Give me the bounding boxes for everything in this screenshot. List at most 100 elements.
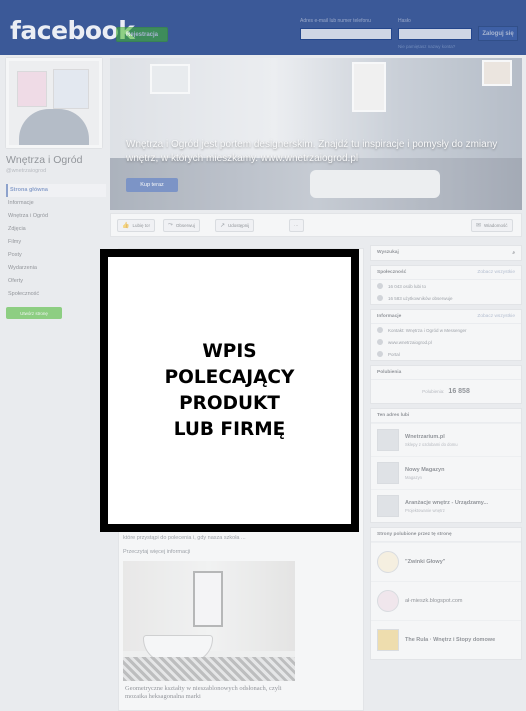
search-label-text: Wyszukaj [377,250,399,255]
liked-page-name: "Zwinki Głowy" [405,559,446,565]
info-contact: Kontakt: Wnętrza i Ogród w Messenger [388,327,467,333]
page-avatar [377,590,399,612]
top-bar: facebook Rejestracja Adres e-mail lub nu… [0,0,526,55]
wall-frame [53,69,89,109]
follow-button[interactable]: ⤳ Obserwuj [163,219,200,232]
thumbs-up-icon: 👍 [122,223,130,229]
liked-page-item[interactable]: Nowy Magazyn Magazyn [371,456,521,489]
right-column: Wyszukaj ⌕ Społeczność Zobacz wszystkie … [370,245,522,664]
likes-header: Polubienia [371,366,521,380]
page-avatar [377,551,399,573]
cover-cta-button[interactable]: Kup teraz [126,178,178,192]
liked-page-category: Sklepy z ozdobami do domu [405,441,458,447]
cover-description: Wnętrza i Ogród jest portem designerskim… [126,139,498,164]
liked-page-item[interactable]: "Zwinki Głowy" [371,542,521,581]
nav-item-posts[interactable]: Posty [6,249,106,262]
liked-page-item[interactable]: Wnetrzarium.pl Sklepy z ozdobami do domu [371,423,521,456]
left-sidebar: Wnętrza i Ogród @wnetrzaiogrod Strona gł… [6,58,106,319]
mosaic-floor [123,657,295,681]
post-see-more[interactable]: Przeczytaj więcej informacji [123,549,190,555]
community-card: Społeczność Zobacz wszystkie 16 043 osób… [370,265,522,305]
share-button[interactable]: ↗ Udostępnij [215,219,255,232]
likes-count-row: Polubienia: 16 858 [371,380,521,403]
tag-icon [377,351,383,357]
profile-picture[interactable] [6,58,102,148]
nav-item-videos[interactable]: Filmy [6,236,106,249]
overlay-line: PRODUKT [179,392,280,414]
search-label[interactable]: Wyszukaj ⌕ [371,246,521,260]
messenger-icon: ✉ [476,223,482,229]
nav-item-events[interactable]: Wydarzenia [6,262,106,275]
rss-icon: ⤳ [168,222,173,228]
like-button[interactable]: 👍 Lubię to! [117,219,155,232]
sofa-image [310,170,440,198]
follow-icon [377,295,383,301]
info-row[interactable]: www.wnetrzaiogrod.pl [371,336,521,348]
info-row[interactable]: Kontakt: Wnętrza i Ogród w Messenger [371,324,521,336]
nav-item-shop[interactable]: Wnętrza i Ogród [6,210,106,223]
liked-page-category: Projektowanie wnętrz [405,507,445,513]
promo-overlay-box: WPIS POLECAJĄCY PRODUKT LUB FIRMĘ [100,249,359,532]
wall-frame [17,71,47,107]
follow-label: Obserwuj [175,223,195,228]
page-action-bar: 👍 Lubię to! ⤳ Obserwuj ↗ Udostępnij ··· … [110,213,522,237]
like-label: Lubię to! [132,223,150,228]
pages-header: Strony polubione przez tę stronę [371,528,521,542]
liked-page-name: Wnetrzarium.pl [405,433,445,440]
liked-by-page-card: Ten adres lubi Wnetrzarium.pl Sklepy z oz… [370,408,522,523]
email-field[interactable] [300,28,392,40]
community-likes: 16 043 osób lubi to [388,283,427,289]
nav-item-photos[interactable]: Zdjęcia [6,223,106,236]
create-page-button[interactable]: Utwórz stronę [6,307,62,319]
liked-header: Ten adres lubi [371,409,521,423]
forgot-account-link[interactable]: Nie pamiętasz nazwy konta? [398,44,455,49]
community-see-all[interactable]: Zobacz wszystkie [477,270,515,275]
likes-card: Polubienia Polubienia: 16 858 [370,365,522,404]
more-button[interactable]: ··· [289,219,304,232]
likes-label: Polubienia: [422,389,445,394]
info-website: www.wnetrzaiogrod.pl [388,339,432,345]
nav-item-community[interactable]: Społeczność [6,288,106,301]
wall-picture [150,64,190,94]
liked-page-item[interactable]: ał·mieszk.blogspot.com [371,581,521,620]
nav-item-home[interactable]: Strona główna [6,184,106,197]
promo-overlay-text: WPIS POLECAJĄCY PRODUKT LUB FIRMĘ [120,339,340,443]
post-caption[interactable]: Geometryczne kształty w nieszablonowych … [125,685,295,701]
like-icon [377,283,383,289]
window-image [193,571,223,627]
community-followers: 16 583 użytkowników obserwuje [388,295,453,301]
share-label: Udostępnij [228,223,250,228]
overlay-line: LUB FIRMĘ [173,418,286,440]
info-see-all[interactable]: Zobacz wszystkie [477,314,515,319]
liked-page-item[interactable]: The Rula · Wnętrz i Stopy domowe [371,620,521,659]
overlay-line: WPIS [202,340,257,362]
nav-item-info[interactable]: Informacje [6,197,106,210]
messenger-icon [377,327,383,333]
password-field[interactable] [398,28,472,40]
login-button[interactable]: Zaloguj się [478,26,518,41]
liked-page-name: ał·mieszk.blogspot.com [405,598,463,604]
nav-item-offers[interactable]: Oferty [6,275,106,288]
likes-count: 16 858 [448,388,470,395]
community-followers-row: 16 583 użytkowników obserwuje [371,292,521,304]
email-label: Adres e-mail lub numer telefonu [300,18,371,24]
info-card: Informacje Zobacz wszystkie Kontakt: Wnę… [370,309,522,361]
message-button[interactable]: ✉ Wiadomość [471,219,513,232]
page-name[interactable]: Wnętrza i Ogród [6,154,106,166]
page-nav: Strona główna Informacje Wnętrza i Ogród… [6,184,106,301]
wall-picture [352,62,386,112]
register-button[interactable]: Rejestracja [116,27,168,42]
post-image[interactable] [123,561,295,681]
cover-photo[interactable]: Wnętrza i Ogród jest portem designerskim… [110,58,522,210]
more-label: ··· [294,223,299,228]
liked-page-item[interactable]: Aranżacje wnętrz - Urządzamy... Projektow… [371,489,521,522]
page-thumbnail [377,429,399,451]
pages-liked-card: Strony polubione przez tę stronę "Zwinki… [370,527,522,660]
post-text: które przystąpi do polecenia i, gdy nasz… [123,535,246,541]
message-label: Wiadomość [484,223,508,228]
page-handle: @wnetrzaiogrod [6,168,47,174]
info-category: Portal [388,351,400,357]
liked-page-name: Nowy Magazyn [405,466,445,473]
search-icon: ⌕ [512,251,515,256]
share-icon: ↗ [220,223,226,229]
